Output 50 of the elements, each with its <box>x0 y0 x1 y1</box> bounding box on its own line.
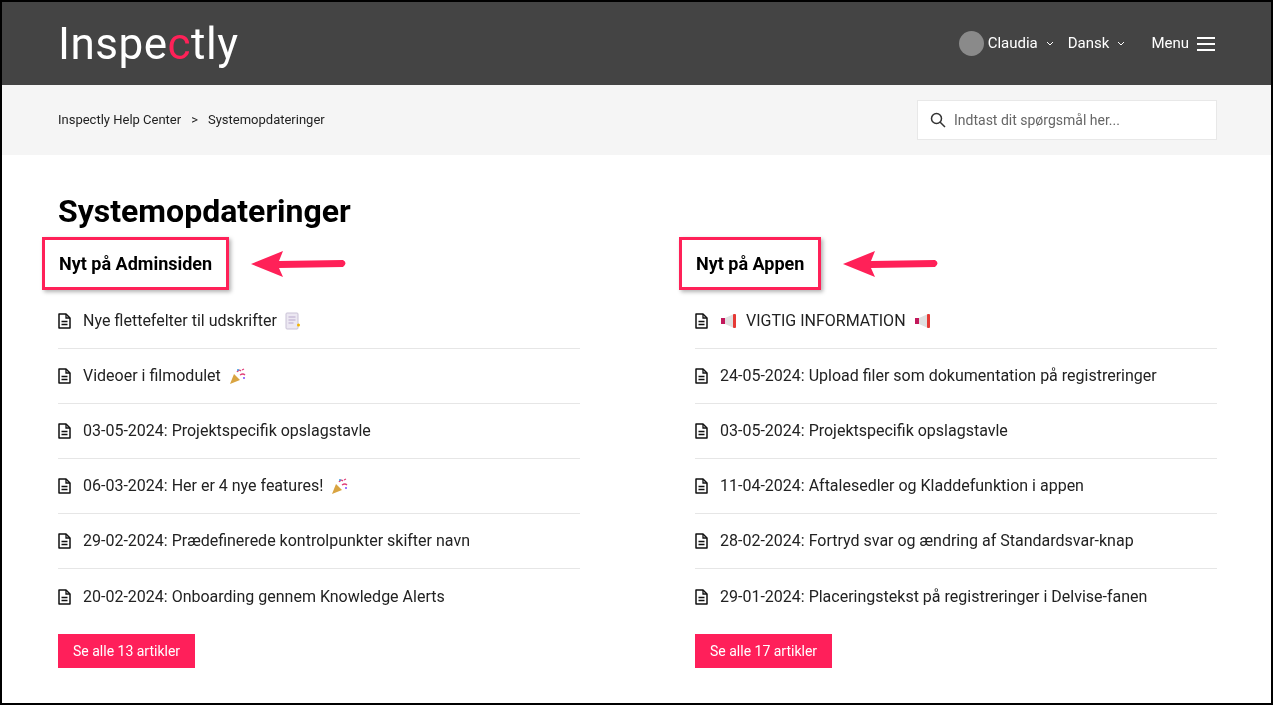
user-menu[interactable]: Claudia <box>958 31 1054 56</box>
megaphone-icon <box>720 314 738 328</box>
logo[interactable]: Inspectly <box>58 21 239 66</box>
document-icon <box>58 368 71 384</box>
page-title: Systemopdateringer <box>58 191 352 231</box>
article-link[interactable]: 29-02-2024: Prædefinerede kontrolpunkter skifter navn <box>83 529 470 553</box>
document-icon <box>695 313 708 329</box>
section-heading: Nyt på Appen <box>679 237 822 290</box>
search-input[interactable]: Indtast dit spørgsmål her... <box>954 109 1204 131</box>
megaphone-icon <box>913 314 932 328</box>
document-icon <box>58 588 71 605</box>
language-label: Dansk <box>1067 33 1110 55</box>
breadcrumb-link[interactable]: Inspectly Help Center <box>58 110 182 130</box>
article-link[interactable]: 03-05-2024: Projektspecifik opslagstavle <box>720 419 1008 443</box>
search-field[interactable]: Indtast dit spørgsmål her... <box>917 100 1217 140</box>
document-icon <box>695 423 708 439</box>
section-heading: Nyt på Adminsiden <box>42 237 230 290</box>
document-icon <box>58 423 71 439</box>
document-icon <box>695 588 708 605</box>
memo-icon <box>284 312 301 330</box>
user-name: Claudia <box>987 33 1038 55</box>
language-menu[interactable]: Dansk <box>1067 32 1126 55</box>
article-link[interactable]: 24-05-2024: Upload filer som dokumentation på registreringer <box>720 364 1157 388</box>
article-link[interactable]: 03-05-2024: Projektspecifik opslagstavle <box>83 419 371 443</box>
menu-button[interactable]: Menu <box>1151 32 1215 55</box>
search-icon <box>930 112 946 128</box>
chevron-down-icon <box>1045 41 1054 46</box>
document-icon <box>58 313 71 329</box>
article-link[interactable]: 28-02-2024: Fortryd svar og ændring af Standardsvar-knap <box>720 529 1134 553</box>
document-icon <box>695 368 708 384</box>
breadcrumb-link[interactable]: Systemopdateringer <box>207 110 325 130</box>
article-link[interactable]: 29-01-2024: Placeringstekst på registreringer i Delvise-fanen <box>720 584 1148 609</box>
article-link[interactable]: Nye flettefelter til udskrifter <box>83 309 277 333</box>
article-link[interactable]: VIGTIG INFORMATION <box>746 309 906 333</box>
document-icon <box>695 478 708 494</box>
party-popper-icon <box>228 367 246 385</box>
avatar <box>958 31 984 56</box>
document-icon <box>58 478 71 494</box>
article-link[interactable]: Videoer i filmodulet <box>83 364 221 388</box>
party-popper-icon <box>331 477 349 495</box>
see-all-button[interactable]: Se alle 17 artikler <box>695 634 833 668</box>
breadcrumb-separator: > <box>190 111 199 130</box>
menu-icon <box>1197 36 1215 51</box>
article-link[interactable]: 06-03-2024: Her er 4 nye features! <box>83 474 324 498</box>
document-icon <box>58 533 71 549</box>
article-link[interactable]: 20-02-2024: Onboarding gennem Knowledge Alerts <box>83 584 445 609</box>
chevron-down-icon <box>1117 41 1126 46</box>
article-link[interactable]: 11-04-2024: Aftalesedler og Kladdefunktion i appen <box>720 474 1084 498</box>
see-all-button[interactable]: Se alle 13 artikler <box>58 634 196 668</box>
document-icon <box>695 533 708 549</box>
